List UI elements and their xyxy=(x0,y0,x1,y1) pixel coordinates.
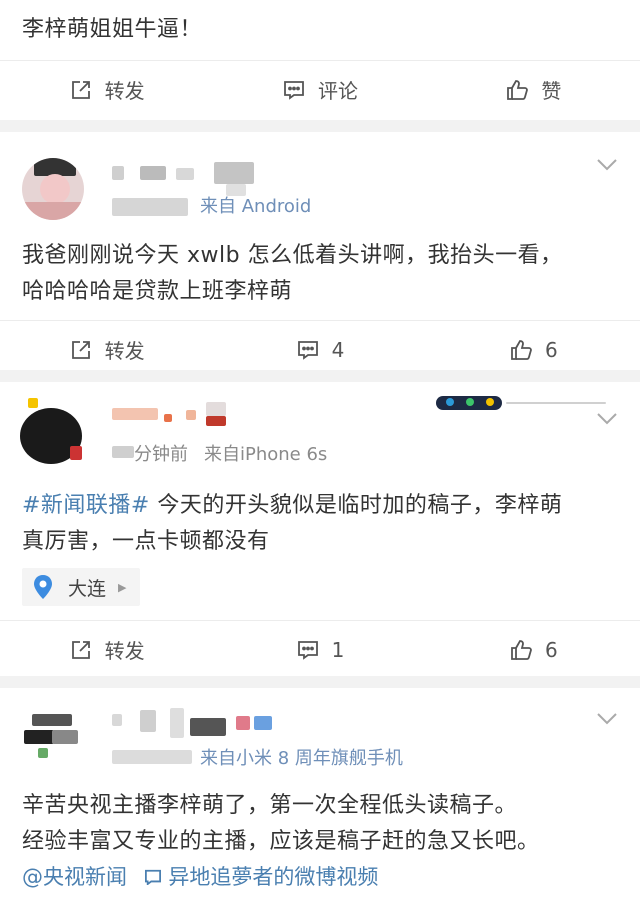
divider xyxy=(0,120,640,132)
comment-icon xyxy=(297,340,318,360)
post-header: 来自 Android xyxy=(0,132,640,230)
like-button[interactable]: 赞 xyxy=(427,75,640,104)
post-actions: 转发 4 6 xyxy=(0,320,640,378)
post-source: 来自 Android xyxy=(200,196,312,217)
like-count: 6 xyxy=(544,337,558,362)
chevron-down-icon[interactable] xyxy=(596,158,618,172)
caret-right-icon: ▶ xyxy=(118,580,127,594)
thumbs-up-icon xyxy=(511,639,532,660)
post-card: 来自 Android 我爸刚刚说今天 xwlb 怎么低着头讲啊，我抬头一看， 哈… xyxy=(0,132,640,370)
thumbs-up-icon xyxy=(511,339,532,360)
post-card: 分钟前 来自iPhone 6s #新闻联播# 今天的开头貌似是临时加的稿子，李梓… xyxy=(0,382,640,676)
post-text: 李梓萌姐姐牛逼！ xyxy=(22,17,203,42)
time-blurred xyxy=(112,446,134,458)
repost-button[interactable]: 转发 xyxy=(0,335,213,364)
video-link-label: 异地追夢者的微博视频 xyxy=(168,865,379,889)
post-text-line: 经验丰富又专业的主播，应该是稿子赶的急又长吧。 xyxy=(22,829,540,854)
post-actions: 转发 1 6 xyxy=(0,620,640,678)
post-text: 今天的开头貌似是临时加的稿子，李梓萌 xyxy=(149,493,563,518)
comment-button[interactable]: 评论 xyxy=(213,75,426,104)
location-tag[interactable]: 大连 ▶ xyxy=(22,568,141,606)
chevron-down-icon[interactable] xyxy=(596,412,618,426)
repost-button[interactable]: 转发 xyxy=(0,75,213,104)
like-label: 赞 xyxy=(541,79,562,103)
repost-label: 转发 xyxy=(104,339,145,363)
repost-label: 转发 xyxy=(104,79,145,103)
avatar[interactable] xyxy=(20,398,86,464)
like-button[interactable]: 6 xyxy=(427,338,640,362)
repost-label: 转发 xyxy=(104,639,145,663)
video-link[interactable]: 异地追夢者的微博视频 xyxy=(144,865,379,889)
repost-icon xyxy=(71,80,90,99)
time-blurred xyxy=(112,198,188,216)
post-card: 李梓萌姐姐牛逼！ 转发 评论 赞 xyxy=(0,0,640,120)
mention-link[interactable]: @央视新闻 xyxy=(22,865,127,889)
repost-icon xyxy=(71,340,90,359)
topic-link[interactable]: #新闻联播# xyxy=(22,493,150,518)
map-pin-icon xyxy=(34,575,52,599)
comment-label: 评论 xyxy=(317,79,358,103)
post-time: 分钟前 xyxy=(134,444,188,465)
repost-icon xyxy=(71,640,90,659)
post-links: @央视新闻 异地追夢者的微博视频 xyxy=(0,860,640,894)
comment-button[interactable]: 4 xyxy=(213,338,426,362)
avatar[interactable] xyxy=(24,714,80,770)
thumbs-up-icon xyxy=(507,79,529,100)
post-text-line: #新闻联播# 今天的开头貌似是临时加的稿子，李梓萌 xyxy=(0,488,640,524)
comment-icon xyxy=(297,640,318,660)
comment-count: 1 xyxy=(331,637,345,662)
video-icon xyxy=(144,869,161,886)
like-count: 6 xyxy=(544,637,558,662)
time-blurred xyxy=(112,750,192,764)
post-source: 来自iPhone 6s xyxy=(204,444,328,465)
post-source: 来自小米 8 周年旗舰手机 xyxy=(200,748,403,769)
chevron-down-icon[interactable] xyxy=(596,712,618,726)
comment-count: 4 xyxy=(331,337,345,362)
post-actions: 转发 评论 赞 xyxy=(0,60,640,118)
post-header: 分钟前 来自iPhone 6s xyxy=(0,382,640,480)
like-button[interactable]: 6 xyxy=(427,638,640,662)
repost-button[interactable]: 转发 xyxy=(0,635,213,664)
comment-button[interactable]: 1 xyxy=(213,638,426,662)
post-text-line: 真厉害，一点卡顿都没有 xyxy=(22,529,270,554)
post-text-line: 我爸刚刚说今天 xwlb 怎么低着头讲啊，我抬头一看， xyxy=(22,243,563,268)
weibo-feed: 李梓萌姐姐牛逼！ 转发 评论 赞 来自 Android 我爸刚刚说今天 xwlb… xyxy=(0,0,640,901)
post-card: 来自小米 8 周年旗舰手机 辛苦央视主播李梓萌了，第一次全程低头读稿子。 经验丰… xyxy=(0,688,640,901)
post-header: 来自小米 8 周年旗舰手机 xyxy=(0,688,640,786)
avatar[interactable] xyxy=(22,158,84,220)
comment-icon xyxy=(284,80,304,100)
location-label: 大连 xyxy=(68,577,107,600)
post-text-line: 哈哈哈哈是贷款上班李梓萌 xyxy=(22,279,293,304)
post-text-line: 辛苦央视主播李梓萌了，第一次全程低头读稿子。 xyxy=(22,793,518,818)
